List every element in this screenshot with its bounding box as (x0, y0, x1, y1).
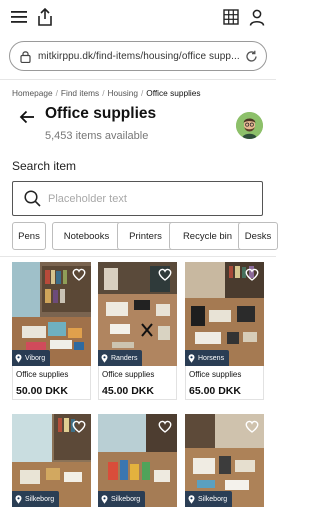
location-badge: Horsens (185, 350, 230, 366)
listing-card[interactable]: Silkeborg (98, 414, 177, 507)
listing-photo: Viborg (12, 262, 91, 366)
location-pin-icon (15, 353, 22, 363)
back-button[interactable] (18, 108, 36, 126)
chip-notebooks[interactable]: Notebooks (52, 222, 121, 250)
breadcrumb-homepage[interactable]: Homepage (12, 88, 53, 98)
search-field[interactable] (12, 181, 263, 216)
listing-card[interactable]: Horsens Office supplies 65.00 DKK (185, 262, 264, 400)
location-pin-icon (188, 353, 195, 363)
user-icon[interactable] (246, 6, 268, 28)
location-pin-icon (15, 494, 22, 504)
listing-price: 65.00 DKK (189, 385, 241, 397)
heart-icon[interactable] (71, 418, 87, 434)
items-count: 5,453 items available (45, 130, 149, 142)
listing-name: Office supplies (189, 370, 242, 379)
grid-icon[interactable] (220, 6, 242, 28)
location-badge: Silkeborg (98, 491, 146, 507)
location-text: Silkeborg (198, 495, 228, 503)
top-bar (0, 0, 276, 34)
location-badge: Viborg (12, 350, 51, 366)
listing-price: 50.00 DKK (16, 385, 68, 397)
listing-card[interactable]: Silkeborg (185, 414, 264, 507)
location-text: Viborg (25, 354, 46, 362)
share-icon[interactable] (34, 6, 56, 28)
divider (0, 256, 276, 257)
chip-recycle-bin[interactable]: Recycle bin (169, 222, 246, 250)
search-icon (23, 190, 41, 208)
location-text: Randers (111, 354, 138, 362)
breadcrumb-current: Office supplies (146, 88, 201, 98)
location-text: Horsens (198, 354, 225, 362)
heart-icon[interactable] (71, 266, 87, 282)
location-badge: Silkeborg (12, 491, 60, 507)
search-label: Search item (12, 159, 77, 173)
listing-card[interactable]: Silkeborg (12, 414, 91, 507)
breadcrumb-find-items[interactable]: Find items (61, 88, 99, 98)
divider (0, 79, 276, 80)
location-badge: Silkeborg (185, 491, 233, 507)
listing-photo: Silkeborg (185, 414, 264, 507)
breadcrumb-housing[interactable]: Housing (108, 88, 138, 98)
location-text: Silkeborg (25, 495, 55, 503)
avatar[interactable] (236, 112, 263, 139)
listing-info: Office supplies 45.00 DKK (98, 366, 177, 400)
listing-photo: Silkeborg (12, 414, 91, 507)
chip-pens[interactable]: Pens (12, 222, 46, 250)
page-title: Office supplies (45, 105, 157, 122)
heart-icon[interactable] (157, 266, 173, 282)
hamburger-icon[interactable] (8, 6, 30, 28)
arrow-left-icon (19, 110, 34, 124)
listing-name: Office supplies (102, 370, 155, 379)
search-input[interactable] (48, 192, 248, 205)
listing-info: Office supplies 65.00 DKK (185, 366, 264, 400)
listing-info: Office supplies 50.00 DKK (12, 366, 91, 400)
listing-photo: Randers (98, 262, 177, 366)
heart-icon[interactable] (244, 266, 260, 282)
listing-name: Office supplies (16, 370, 69, 379)
location-text: Silkeborg (111, 495, 141, 503)
lock-icon (18, 49, 32, 63)
location-pin-icon (101, 494, 108, 504)
listing-photo: Silkeborg (98, 414, 177, 507)
location-pin-icon (101, 353, 108, 363)
location-badge: Randers (98, 350, 143, 366)
chip-printers[interactable]: Printers (117, 222, 174, 250)
breadcrumb: Homepage / Find items / Housing / Office suppl… (12, 88, 201, 98)
listing-photo: Horsens (185, 262, 264, 366)
location-pin-icon (188, 494, 195, 504)
listing-card[interactable]: Randers Office supplies 45.00 DKK (98, 262, 177, 400)
url-text: mitkirppu.dk/find-items/housing/office s… (38, 50, 240, 62)
listing-card[interactable]: Viborg Office supplies 50.00 DKK (12, 262, 91, 400)
heart-icon[interactable] (157, 418, 173, 434)
listing-price: 45.00 DKK (102, 385, 154, 397)
reload-icon[interactable] (244, 49, 258, 63)
address-bar[interactable]: mitkirppu.dk/find-items/housing/office s… (9, 41, 267, 71)
heart-icon[interactable] (244, 418, 260, 434)
chip-desks[interactable]: Desks (238, 222, 278, 250)
